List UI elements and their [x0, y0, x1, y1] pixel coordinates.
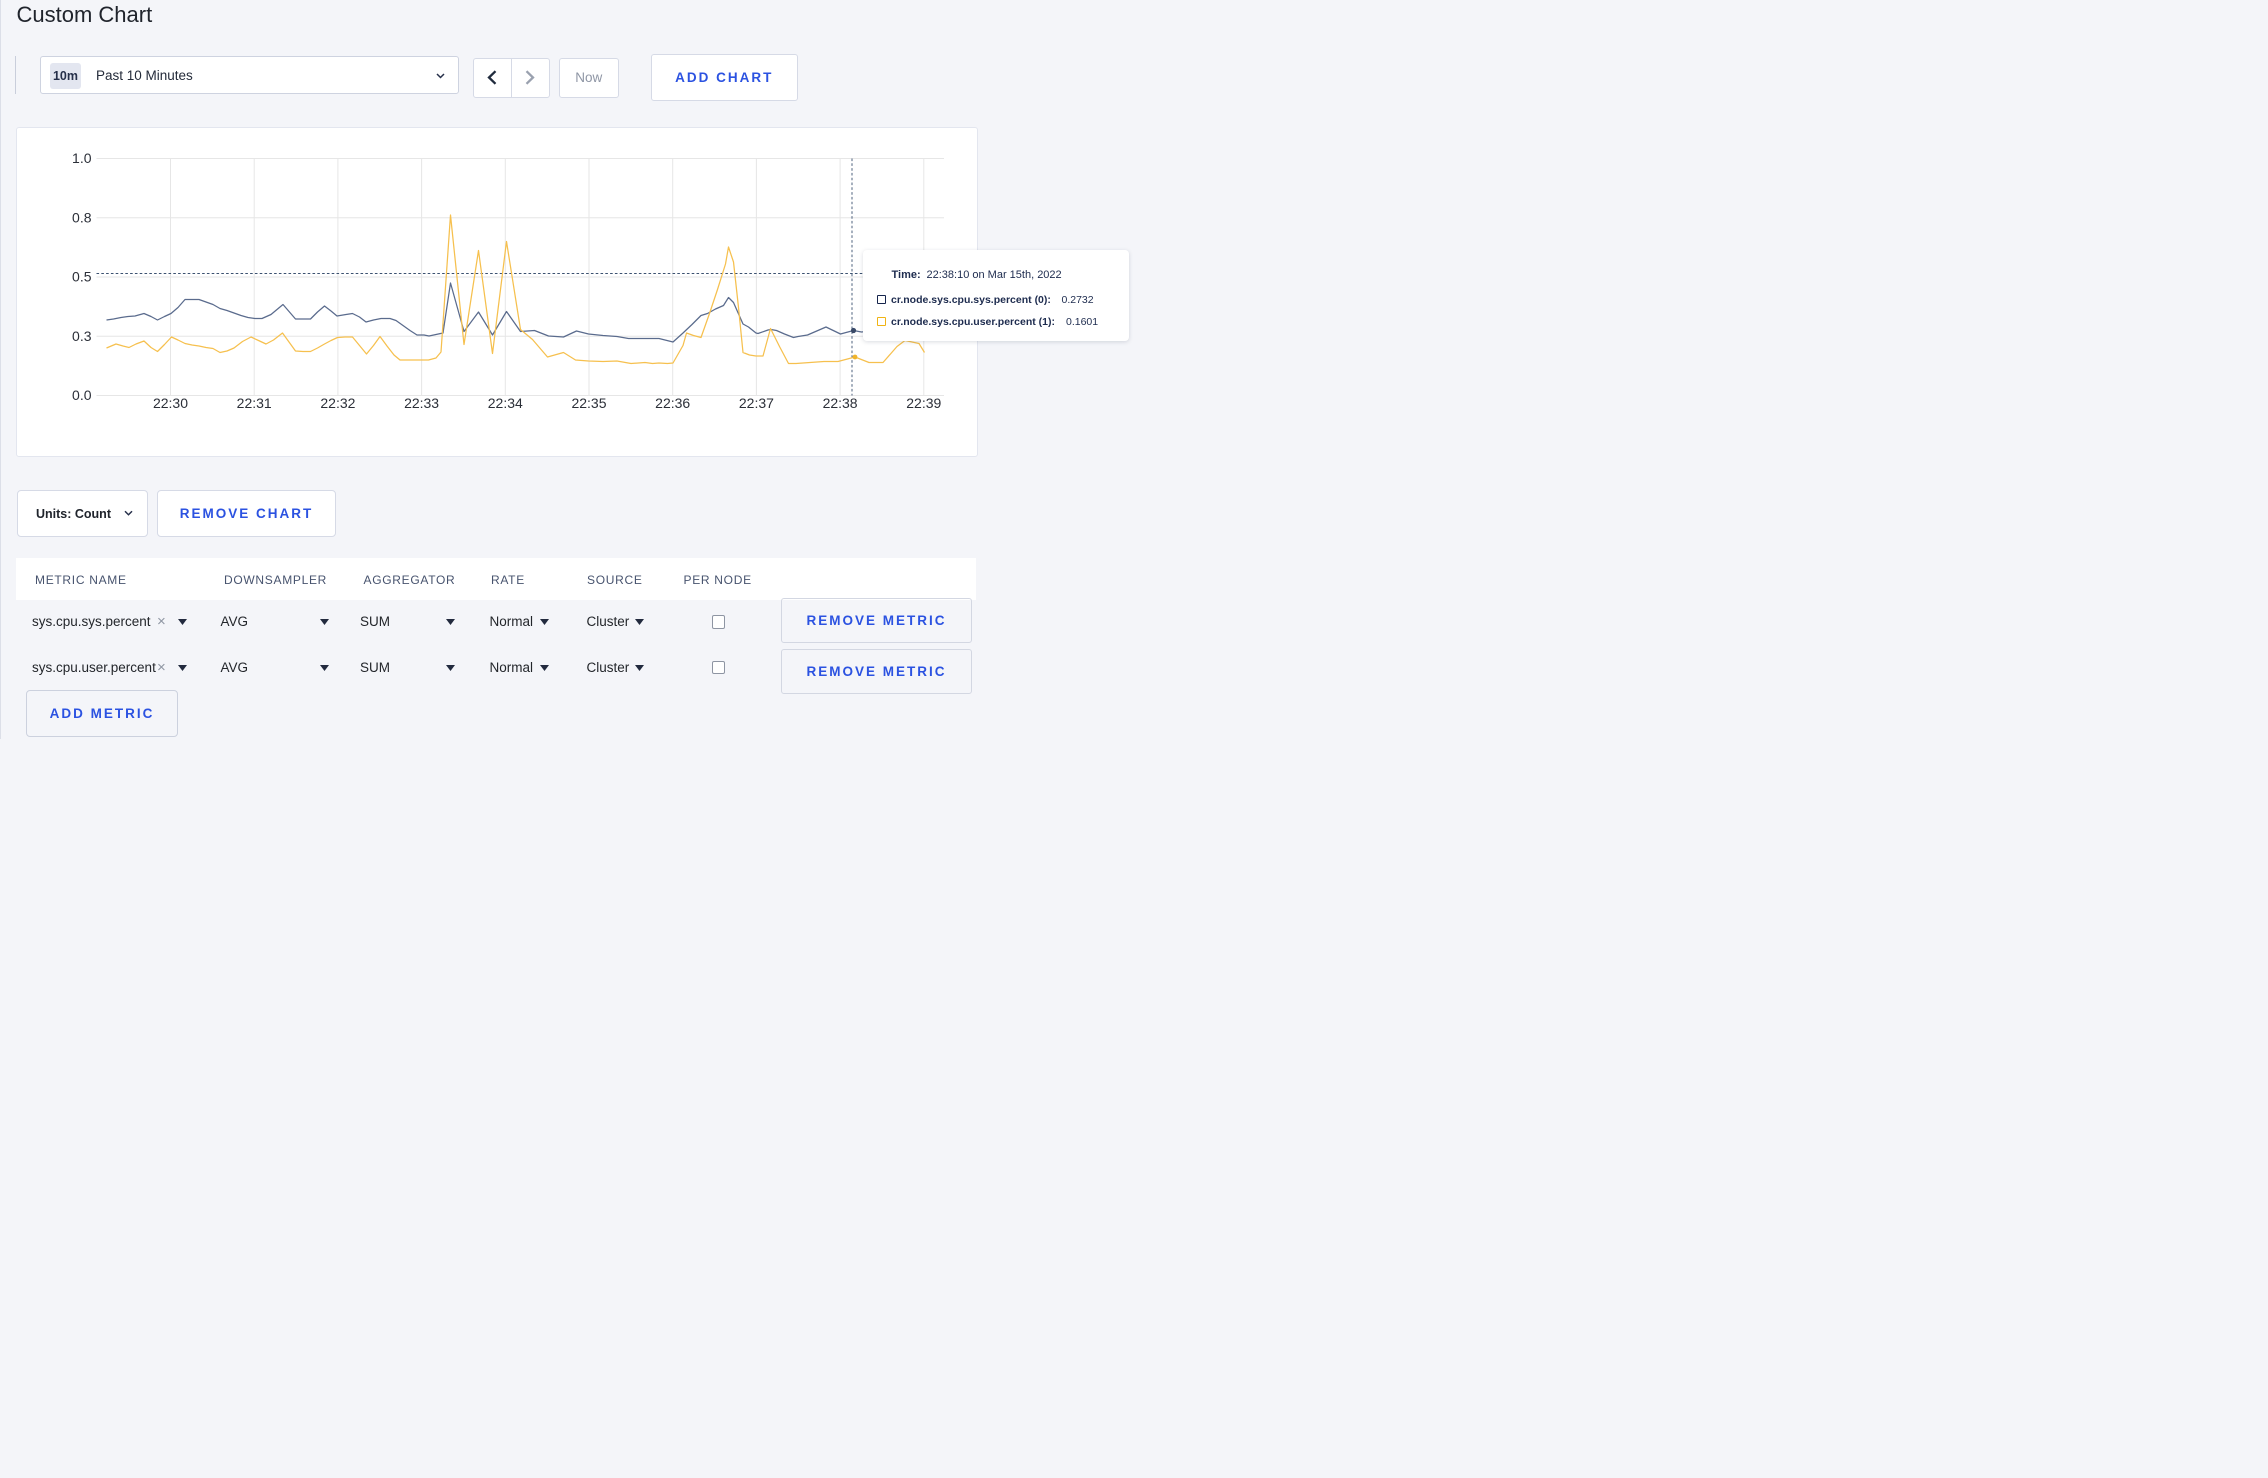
svg-text:22:37: 22:37 [739, 395, 774, 411]
svg-text:22:36: 22:36 [655, 395, 690, 411]
svg-text:0.0: 0.0 [72, 387, 92, 403]
svg-text:22:35: 22:35 [571, 395, 606, 411]
svg-text:0.5: 0.5 [72, 268, 92, 284]
svg-text:22:34: 22:34 [488, 395, 523, 411]
svg-text:22:32: 22:32 [320, 395, 355, 411]
svg-text:22:39: 22:39 [906, 395, 941, 411]
svg-text:0.8: 0.8 [72, 209, 92, 225]
svg-text:22:38: 22:38 [823, 395, 858, 411]
svg-text:0.3: 0.3 [72, 327, 92, 343]
svg-text:22:31: 22:31 [237, 395, 272, 411]
svg-text:22:33: 22:33 [404, 395, 439, 411]
svg-text:1.0: 1.0 [72, 150, 92, 166]
svg-text:22:30: 22:30 [153, 395, 188, 411]
